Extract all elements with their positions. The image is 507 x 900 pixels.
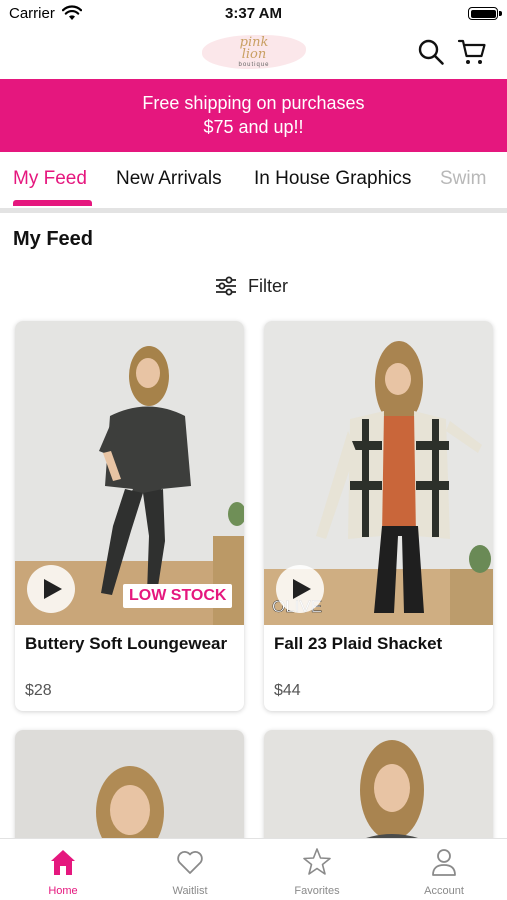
page-title: My Feed	[13, 228, 94, 250]
nav-home[interactable]: Home	[0, 839, 126, 900]
nav-favorites[interactable]: Favorites	[254, 839, 380, 900]
promo-banner[interactable]: Free shipping on purchases $75 and up!!	[0, 79, 507, 152]
sliders-icon	[216, 276, 236, 296]
product-price: $28	[25, 682, 52, 699]
active-tab-indicator	[13, 200, 92, 206]
heart-icon	[177, 851, 203, 874]
search-icon[interactable]	[416, 37, 446, 67]
product-card[interactable]: LOW STOCK Buttery Soft Loungewear $28	[15, 321, 244, 711]
product-name: Fall 23 Plaid Shacket	[274, 634, 443, 653]
nav-favorites-label: Favorites	[294, 885, 340, 897]
filter-button[interactable]: Filter	[214, 273, 288, 299]
tab-new-arrivals[interactable]: New Arrivals	[116, 168, 222, 190]
nav-account[interactable]: Account	[381, 839, 507, 900]
battery-icon	[468, 7, 502, 20]
product-image[interactable]: LOW STOCK	[15, 321, 244, 625]
promo-line-2: $75 and up!!	[203, 117, 304, 137]
brand-logo[interactable]: pink lion boutique	[198, 31, 310, 73]
bottom-nav: Home Waitlist Favorites Account	[0, 838, 507, 900]
tabs-divider	[0, 208, 507, 213]
product-image[interactable]: OLIVE	[264, 321, 493, 625]
promo-line-1: Free shipping on purchases	[142, 93, 365, 113]
person-icon	[432, 849, 456, 876]
low-stock-badge: LOW STOCK	[123, 584, 233, 608]
cart-icon[interactable]	[457, 37, 487, 67]
product-card[interactable]	[264, 730, 493, 850]
status-bar: Carrier 3:37 AM	[0, 0, 507, 28]
star-icon	[303, 848, 331, 875]
product-price: $44	[274, 682, 301, 699]
product-card[interactable]: OLIVE Fall 23 Plaid Shacket $44	[264, 321, 493, 711]
product-name: Buttery Soft Loungewear	[25, 634, 228, 653]
clock: 3:37 AM	[225, 5, 282, 22]
logo-line-2: lion	[241, 47, 267, 62]
product-image[interactable]	[15, 730, 244, 850]
play-icon	[44, 579, 62, 599]
logo-wordmark: pink lion	[198, 36, 310, 62]
category-tabs: My Feed New Arrivals In House Graphics S…	[0, 152, 507, 208]
tab-my-feed[interactable]: My Feed	[13, 168, 87, 190]
app-header: pink lion boutique	[0, 28, 507, 79]
logo-subtitle: boutique	[238, 62, 270, 68]
nav-waitlist[interactable]: Waitlist	[127, 839, 253, 900]
nav-waitlist-label: Waitlist	[172, 885, 208, 897]
nav-home-label: Home	[48, 885, 78, 897]
product-image[interactable]	[264, 730, 493, 850]
home-icon	[51, 850, 75, 875]
product-card[interactable]	[15, 730, 244, 850]
play-icon	[293, 579, 311, 599]
play-video-button[interactable]	[276, 565, 324, 613]
nav-account-label: Account	[424, 885, 464, 897]
tab-swim[interactable]: Swim	[440, 168, 486, 190]
tab-in-house-graphics[interactable]: In House Graphics	[254, 168, 411, 190]
play-video-button[interactable]	[27, 565, 75, 613]
filter-label: Filter	[248, 275, 288, 296]
